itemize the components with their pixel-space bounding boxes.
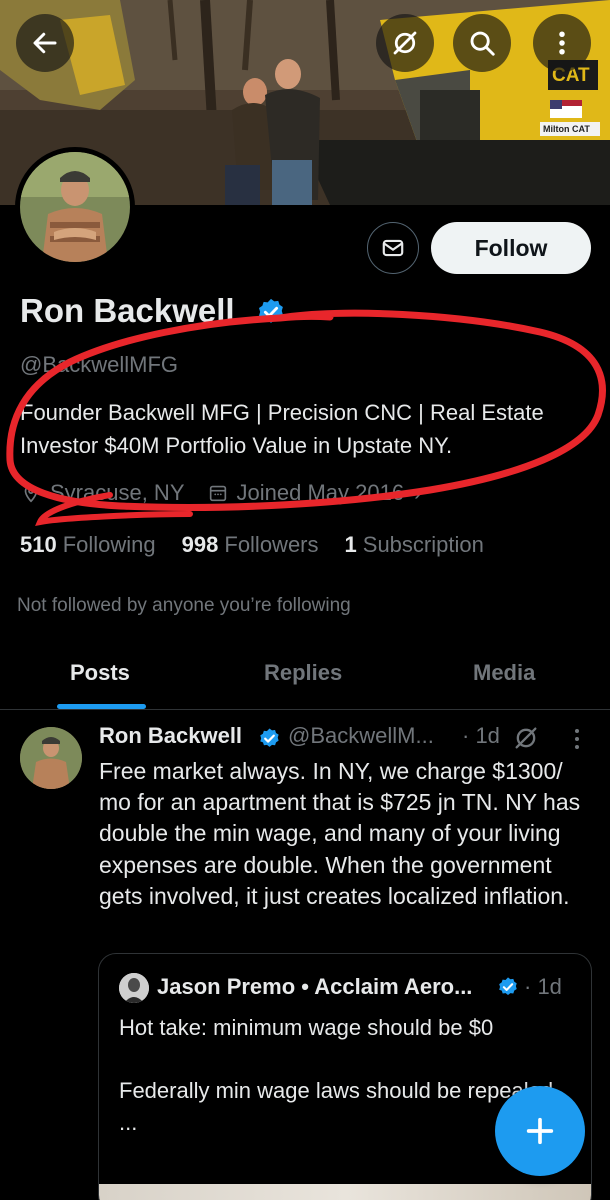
- post-avatar[interactable]: [20, 727, 82, 789]
- verified-badge-icon: [260, 728, 279, 747]
- tab-media[interactable]: Media: [473, 660, 535, 686]
- quoted-avatar-photo: [119, 973, 149, 1003]
- profile-name: Ron Backwell: [20, 292, 235, 329]
- verified-badge-icon[interactable]: [256, 297, 286, 327]
- post-author-name[interactable]: Ron Backwell: [99, 723, 242, 749]
- verified-badge-icon: [499, 977, 517, 995]
- mail-icon: [382, 239, 404, 257]
- search-icon: [470, 31, 495, 56]
- search-button[interactable]: [453, 14, 511, 72]
- avatar-photo: [20, 152, 130, 262]
- follow-button[interactable]: Follow: [431, 222, 591, 274]
- quoted-media-preview[interactable]: [99, 1184, 591, 1200]
- chevron-right-icon[interactable]: ›: [414, 480, 421, 506]
- arrow-left-icon: [33, 32, 57, 54]
- more-vertical-icon: [559, 31, 565, 55]
- profile-tabs: Posts Replies Media: [0, 640, 610, 710]
- quoted-timestamp: · 1d: [524, 974, 562, 999]
- post-author-handle[interactable]: @BackwellM...: [288, 723, 434, 749]
- tab-posts[interactable]: Posts: [70, 660, 130, 686]
- machine-label-text: Milton CAT: [543, 124, 590, 134]
- back-button[interactable]: [16, 14, 74, 72]
- location-icon: [24, 484, 38, 503]
- post-text: Free market always. In NY, we charge $13…: [99, 758, 581, 909]
- subscriptions-link[interactable]: 1 Subscription: [345, 532, 484, 558]
- message-button[interactable]: [367, 222, 419, 274]
- profile-bio: Founder Backwell MFG | Precision CNC | R…: [20, 400, 544, 458]
- post-avatar-photo: [20, 727, 82, 789]
- more-vertical-icon[interactable]: [570, 727, 584, 751]
- profile-handle: @BackwellMFG: [20, 352, 179, 377]
- quoted-author-avatar: [119, 973, 149, 1003]
- tab-replies[interactable]: Replies: [264, 660, 342, 686]
- compose-post-button[interactable]: [495, 1086, 585, 1176]
- plus-icon: [526, 1117, 554, 1145]
- more-button[interactable]: [533, 14, 591, 72]
- grok-icon: [393, 31, 417, 55]
- quoted-author-name: Jason Premo • Acclaim Aero...: [157, 974, 473, 999]
- profile-avatar[interactable]: [15, 147, 135, 267]
- profile-location: Syracuse, NY: [50, 480, 185, 505]
- profile-meta: Syracuse, NY Joined May 2016 ›: [20, 480, 421, 506]
- profile-joined: Joined May 2016: [236, 480, 405, 505]
- post-timestamp[interactable]: · 1d: [462, 723, 500, 749]
- profile-stats: 510 Following 998 Followers 1 Subscription: [20, 532, 484, 558]
- followers-link[interactable]: 998 Followers: [182, 532, 319, 558]
- calendar-icon: [209, 485, 226, 502]
- active-tab-indicator: [57, 704, 146, 709]
- not-followed-notice: Not followed by anyone you’re following: [17, 595, 351, 616]
- following-link[interactable]: 510 Following: [20, 532, 156, 558]
- grok-icon[interactable]: [512, 724, 540, 752]
- grok-button[interactable]: [376, 14, 434, 72]
